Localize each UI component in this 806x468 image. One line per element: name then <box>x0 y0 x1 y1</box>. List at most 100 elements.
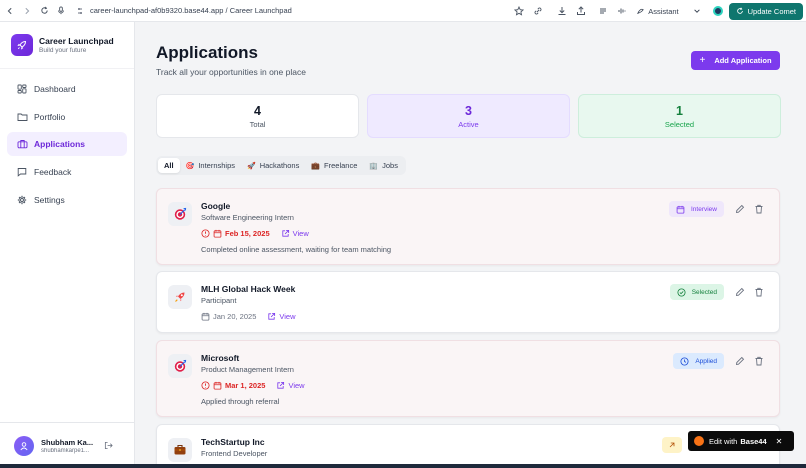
site-settings-icon[interactable] <box>76 4 84 18</box>
view-label: View <box>292 229 309 238</box>
trash-icon[interactable] <box>753 286 765 298</box>
sidebar-nav: Dashboard Portfolio Applications Feedbac… <box>0 69 134 223</box>
back-icon[interactable] <box>3 4 17 18</box>
application-card-mlh[interactable]: MLH Global Hack Week Participant Jan 20,… <box>156 271 780 333</box>
chevron-down-icon[interactable] <box>689 3 705 19</box>
view-label: View <box>279 312 296 321</box>
share-icon[interactable] <box>573 3 589 19</box>
briefcase-icon: 💼 <box>311 162 321 170</box>
date-text: Feb 15, 2025 <box>225 229 270 238</box>
forward-icon[interactable] <box>20 4 34 18</box>
stat-label: Selected <box>664 119 695 129</box>
logout-icon[interactable] <box>104 441 113 450</box>
application-card-google[interactable]: Google Software Engineering Intern Feb 1… <box>156 188 780 265</box>
gear-icon <box>16 194 28 206</box>
status-badge[interactable]: Interview <box>668 201 724 217</box>
target-icon <box>168 202 192 226</box>
stat-label: Active <box>458 119 479 129</box>
tab-label: Hackathons <box>259 161 300 170</box>
browser-toolbar: career-launchpad-af0b9320.base44.app / C… <box>0 0 806 22</box>
plus-icon: + <box>699 55 706 66</box>
external-link-icon <box>276 381 285 390</box>
assistant-button[interactable]: Assistant <box>636 7 679 16</box>
add-application-button[interactable]: + Add Application <box>691 51 780 70</box>
view-label: View <box>288 381 305 390</box>
target-icon <box>168 354 192 378</box>
stat-value: 4 <box>254 103 261 118</box>
application-card-techstartup[interactable]: TechStartup Inc Frontend Developer <box>156 424 780 468</box>
user-email: shubhamkarpe1... <box>41 447 90 454</box>
tab-label: Jobs <box>382 161 398 170</box>
alert-circle-icon <box>201 381 210 390</box>
tab-internships[interactable]: 🎯 Internships <box>180 158 241 173</box>
external-link-icon <box>267 312 276 321</box>
company-name: Google <box>201 201 231 211</box>
sidebar-item-label: Applications <box>34 139 86 150</box>
profile-avatar[interactable] <box>712 6 723 16</box>
dashboard-icon <box>16 83 28 95</box>
check-circle-icon <box>677 287 686 297</box>
address-bar[interactable]: career-launchpad-af0b9320.base44.app / C… <box>90 6 292 15</box>
tab-all[interactable]: All <box>158 158 180 173</box>
link-icon[interactable] <box>530 3 546 19</box>
brand[interactable]: Career Launchpad Build your future <box>0 22 134 69</box>
stat-card-active: 3 Active <box>367 94 570 138</box>
download-icon[interactable] <box>554 3 570 19</box>
close-icon[interactable]: ✕ <box>776 437 783 446</box>
tab-freelance[interactable]: 💼 Freelance <box>305 158 363 173</box>
bookmark-star-icon[interactable] <box>511 3 527 19</box>
brand-title: Career Launchpad <box>39 36 114 46</box>
edit-icon[interactable] <box>734 355 746 367</box>
tab-jobs[interactable]: 🏢 Jobs <box>363 158 404 173</box>
rocket-logo-icon <box>11 34 33 56</box>
view-link[interactable]: View <box>267 312 296 321</box>
status-badge[interactable] <box>662 437 682 453</box>
menu-lines-icon[interactable] <box>595 3 611 19</box>
calendar-icon <box>213 229 222 238</box>
briefcase-icon <box>16 138 28 150</box>
sidebar-item-label: Portfolio <box>34 111 66 122</box>
reload-icon[interactable] <box>37 4 51 18</box>
user-profile[interactable]: Shubham Ka... shubhamkarpe1... <box>0 422 135 468</box>
view-link[interactable]: View <box>276 381 305 390</box>
application-meta: Feb 15, 2025 View <box>201 229 309 238</box>
tab-label: Freelance <box>324 161 358 170</box>
company-name: TechStartup Inc <box>201 437 265 447</box>
status-badge[interactable]: Applied <box>673 353 724 369</box>
role-title: Product Management Intern <box>201 365 294 374</box>
microphone-icon[interactable] <box>54 4 68 18</box>
user-name: Shubham Ka... <box>41 437 94 447</box>
sidebar-item-applications[interactable]: Applications <box>7 132 127 157</box>
application-date: Mar 1, 2025 <box>201 381 265 390</box>
stat-value: 3 <box>465 103 472 118</box>
view-link[interactable]: View <box>281 229 309 238</box>
sidebar-item-portfolio[interactable]: Portfolio <box>7 105 127 129</box>
sidebar: Career Launchpad Build your future Dashb… <box>0 22 135 468</box>
alert-circle-icon <box>201 229 210 238</box>
sidebar-item-feedback[interactable]: Feedback <box>7 160 127 184</box>
building-icon: 🏢 <box>369 162 379 170</box>
tab-label: All <box>164 161 174 170</box>
message-icon <box>16 166 28 178</box>
trash-icon[interactable] <box>753 355 765 367</box>
trash-icon[interactable] <box>753 203 765 215</box>
briefcase-icon <box>168 438 192 462</box>
status-label: Applied <box>695 357 717 365</box>
edit-icon[interactable] <box>734 203 746 215</box>
application-card-microsoft[interactable]: Microsoft Product Management Intern Mar … <box>156 340 780 417</box>
edit-with-base44-button[interactable]: Edit with Base44 ✕ <box>688 431 794 451</box>
tab-hackathons[interactable]: 🚀 Hackathons <box>241 158 305 173</box>
audio-wave-icon[interactable] <box>614 3 630 19</box>
update-comet-button[interactable]: Update Comet <box>728 2 803 20</box>
status-label: Selected <box>691 288 717 296</box>
status-badge[interactable]: Selected <box>669 284 724 300</box>
company-name: Microsoft <box>201 353 240 363</box>
company-name: MLH Global Hack Week <box>201 284 296 294</box>
sidebar-item-label: Feedback <box>34 167 72 178</box>
os-taskbar <box>0 464 806 468</box>
sidebar-item-settings[interactable]: Settings <box>7 188 127 212</box>
page-subtitle: Track all your opportunities in one plac… <box>156 67 306 77</box>
sidebar-item-label: Settings <box>34 194 65 205</box>
sidebar-item-dashboard[interactable]: Dashboard <box>7 77 127 101</box>
edit-icon[interactable] <box>734 286 746 298</box>
